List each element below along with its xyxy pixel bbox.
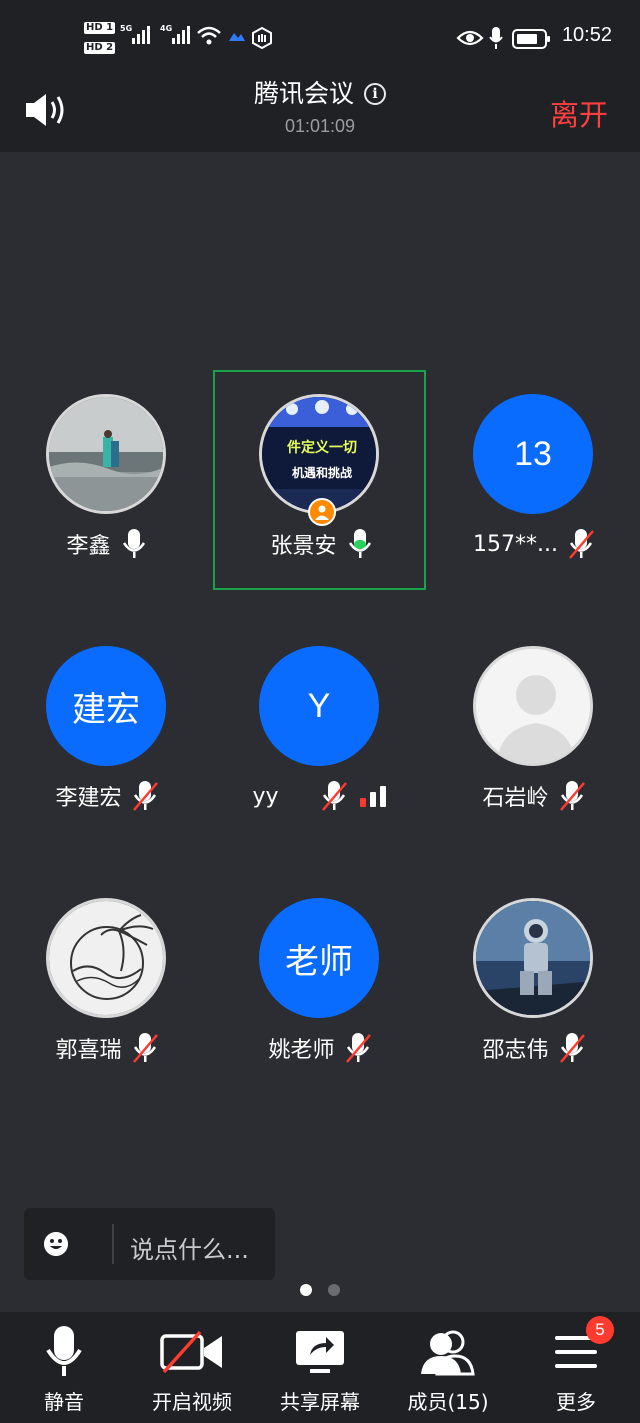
microphone-muted-icon xyxy=(569,529,594,559)
page-dot[interactable] xyxy=(328,1284,340,1296)
divider xyxy=(112,1224,114,1264)
participant-name: 李建宏 xyxy=(55,786,122,811)
participant-tile-active-speaker[interactable]: 件定义一切 机遇和挑战 张景安 xyxy=(213,370,426,590)
info-icon[interactable]: i xyxy=(364,83,386,105)
participant-tile[interactable]: 老师 姚老师 xyxy=(213,874,426,1094)
share-screen-icon xyxy=(296,1331,344,1373)
meeting-duration: 01:01:09 xyxy=(284,116,356,136)
participant-name: yy xyxy=(252,783,279,809)
top-bar: HD 1 HD 2 5G 4G 10:52 腾讯会议 i 01:01:09 离开 xyxy=(0,0,640,152)
meeting-app-icon xyxy=(229,33,245,41)
leave-button[interactable]: 离开 xyxy=(550,92,608,134)
more-label: 更多 xyxy=(556,1390,596,1414)
participant-name-row: 石岩岭 xyxy=(427,780,640,812)
avatar-slide-text-2: 机遇和挑战 xyxy=(292,465,352,480)
battery-icon xyxy=(512,29,550,49)
participant-name-row: 郭喜瑞 xyxy=(0,1032,213,1064)
emoji-icon[interactable] xyxy=(44,1232,68,1256)
participant-name: 157**... xyxy=(473,531,558,557)
host-badge-icon xyxy=(308,498,336,526)
participant-name-row: 李建宏 xyxy=(0,780,213,812)
participant-name: 张景安 xyxy=(270,534,337,559)
participant-avatar: Y xyxy=(259,646,379,766)
microphone-muted-icon xyxy=(559,781,585,811)
microphone-muted-icon xyxy=(345,1033,371,1063)
members-label: 成员(15) xyxy=(407,1390,489,1414)
members-icon xyxy=(421,1330,475,1376)
participant-avatar: 建宏 xyxy=(46,646,166,766)
clock: 10:52 xyxy=(561,24,612,46)
participant-avatar-default xyxy=(473,646,593,766)
members-button[interactable]: 成员(15) xyxy=(384,1312,512,1423)
eye-icon xyxy=(456,30,484,46)
microphone-icon xyxy=(46,1326,82,1376)
video-off-icon xyxy=(160,1330,222,1374)
page-dot-active[interactable] xyxy=(300,1284,312,1296)
participant-tile[interactable]: 13 157**... xyxy=(427,370,640,590)
hand-icon xyxy=(252,26,272,50)
participant-name: 郭喜瑞 xyxy=(55,1038,122,1063)
start-video-label: 开启视频 xyxy=(152,1390,232,1414)
participant-avatar: 老师 xyxy=(259,898,379,1018)
participant-tile[interactable]: 石岩岭 xyxy=(427,622,640,842)
participant-tile[interactable]: Y yy xyxy=(213,622,426,842)
participant-avatar xyxy=(46,394,166,514)
participant-name: 邵志伟 xyxy=(482,1038,549,1063)
participant-name: 李鑫 xyxy=(66,534,111,559)
signal-icon-2 xyxy=(172,26,190,44)
participant-name-row: 姚老师 xyxy=(213,1032,426,1064)
share-screen-button[interactable]: 共享屏幕 xyxy=(256,1312,384,1423)
microphone-muted-icon xyxy=(132,781,158,811)
microphone-icon xyxy=(122,529,145,558)
wifi-icon xyxy=(197,26,221,45)
participant-avatar xyxy=(473,898,593,1018)
participant-tile[interactable]: 建宏 李建宏 xyxy=(0,622,213,842)
participant-tile[interactable]: 郭喜瑞 xyxy=(0,874,213,1094)
status-bar: HD 1 HD 2 5G 4G 10:52 xyxy=(0,0,640,70)
participant-name-row: 张景安 xyxy=(215,528,428,560)
chat-input[interactable]: 说点什么... xyxy=(24,1208,275,1280)
more-button[interactable]: 更多 xyxy=(512,1312,640,1423)
notification-badge: 5 xyxy=(586,1316,614,1344)
network-5g-label: 5G xyxy=(120,24,133,33)
participant-name: 姚老师 xyxy=(268,1038,335,1063)
microphone-muted-icon xyxy=(321,781,347,811)
participant-avatar xyxy=(46,898,166,1018)
mute-label: 静音 xyxy=(44,1390,84,1414)
signal-icon xyxy=(132,26,150,44)
microphone-muted-icon xyxy=(132,1033,158,1063)
microphone-speaking-icon xyxy=(348,529,371,558)
participant-name-row: yy xyxy=(213,780,426,812)
page-indicator xyxy=(0,1284,640,1296)
avatar-slide-text-1: 件定义一切 xyxy=(287,439,357,456)
mute-button[interactable]: 静音 xyxy=(0,1312,128,1423)
chat-placeholder: 说点什么... xyxy=(130,1236,249,1264)
participant-name-row: 157**... xyxy=(427,528,640,560)
hd2-indicator: HD 2 xyxy=(84,42,116,54)
meeting-title-text: 腾讯会议 xyxy=(253,79,354,108)
participant-avatar: 件定义一切 机遇和挑战 xyxy=(259,394,379,514)
participant-name: 石岩岭 xyxy=(482,786,549,811)
participant-tile[interactable]: 邵志伟 xyxy=(427,874,640,1094)
microphone-status-icon xyxy=(489,27,503,49)
participant-name-row: 邵志伟 xyxy=(427,1032,640,1064)
meeting-title: 腾讯会议 i xyxy=(0,74,640,110)
microphone-muted-icon xyxy=(559,1033,585,1063)
participant-name-row: 李鑫 xyxy=(0,528,213,560)
start-video-button[interactable]: 开启视频 xyxy=(128,1312,256,1423)
share-screen-label: 共享屏幕 xyxy=(280,1390,360,1414)
weak-signal-icon xyxy=(359,786,386,807)
participant-avatar: 13 xyxy=(473,394,593,514)
hd1-indicator: HD 1 xyxy=(84,22,116,34)
participant-tile[interactable]: 李鑫 xyxy=(0,370,213,590)
network-4g-label: 4G xyxy=(160,24,173,33)
bottom-toolbar: 静音 开启视频 共享屏幕 成员(15) 更多 xyxy=(0,1312,640,1423)
